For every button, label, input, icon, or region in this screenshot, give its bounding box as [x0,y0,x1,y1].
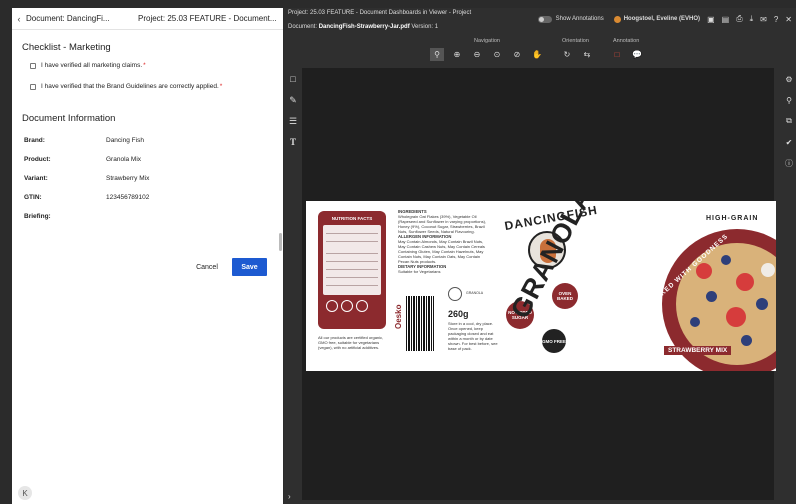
document-name: DancingFish-Strawberry-Jar.pdf [318,24,410,30]
info-key: Briefing: [24,213,51,220]
edit-icon[interactable]: ✎ [286,91,300,109]
pan-hand-icon[interactable]: ✋ [530,48,544,61]
document-viewer: Project: 25.03 FEATURE - Document Dashbo… [284,8,796,504]
nutrition-icons [326,300,371,312]
high-grain-text: HIGH-GRAIN [706,215,759,222]
info-value: Strawberry Mix [106,175,150,182]
oven-baked-badge: OVEN BAKED [552,283,578,309]
badge-icon [326,300,338,312]
info-icon[interactable]: ⓘ [782,154,796,172]
small-logo-text: GRANOLA [466,291,484,295]
required-marker: * [219,83,223,90]
nutrition-title: NUTRITION FACTS [331,216,373,221]
search-icon[interactable]: ⚲ [430,48,444,61]
user-avatar [613,15,621,23]
flip-icon[interactable]: ⇆ [580,48,594,61]
zoom-search-icon[interactable]: ⚲ [782,91,796,109]
panel-header: ‹ Document: DancingFi... Project: 25.03 … [12,8,283,30]
info-key: Variant: [24,175,48,182]
help-icon[interactable]: ? [774,15,778,24]
viewer-toolbar: Navigation Orientation Annotation ⚲ ⊕ ⊖ … [284,36,796,64]
layout-icon[interactable]: ▤ [722,15,730,24]
rectangle-annotation-icon[interactable]: □ [610,48,624,61]
save-button[interactable]: Save [232,258,267,276]
expand-chevron-icon[interactable]: › [288,492,291,501]
page-icon[interactable]: □ [286,70,300,88]
checklist-item-marketing-claims[interactable]: I have verified all marketing claims. * [30,62,146,69]
nutrition-facts-panel: NUTRITION FACTS [318,211,386,329]
show-annotations-toggle[interactable] [537,15,552,23]
checklist-item-label: I have verified that the Brand Guideline… [41,83,219,90]
text-icon[interactable]: T [286,133,300,151]
viewer-document-line: Document: DancingFish-Strawberry-Jar.pdf… [288,24,438,30]
info-key: Product: [24,156,51,163]
nutrition-table [323,225,381,295]
checklist-title: Checklist - Marketing [22,42,111,53]
viewer-header-actions: Show Annotations Hoogstoel, Eveline (EVH… [537,14,792,24]
document-prefix: Document: [288,24,318,30]
checkbox[interactable] [30,62,36,69]
user-name[interactable]: Hoogstoel, Eveline (EVHO) [624,16,700,22]
storage-text: Store in a cool, dry place. Once opened,… [448,321,498,351]
ingredients-text: Wholegrain Oat Flakes (39%), Vegetable O… [398,214,487,234]
viewer-project-line: Project: 25.03 FEATURE - Document Dashbo… [288,10,472,16]
breadcrumb-project[interactable]: Project: 25.03 FEATURE - Document... [138,14,283,23]
comment-annotation-icon[interactable]: 💬 [630,48,644,61]
info-value: Dancing Fish [106,137,144,144]
badge-icon [341,300,353,312]
download-icon[interactable]: ⤓ [750,14,754,24]
document-info-title: Document Information [22,113,116,124]
zoom-in-icon[interactable]: ⊕ [450,48,464,61]
app-root: ‹ Document: DancingFi... Project: 25.03 … [0,0,796,504]
zoom-out-icon[interactable]: ⊖ [470,48,484,61]
navigation-group-label: Navigation [474,38,500,44]
net-weight: 260g [448,309,469,319]
collapse-panel-icon[interactable]: K [18,486,32,500]
info-value: 123456789102 [106,194,150,201]
badge-icon [356,300,368,312]
checklist-item-brand-guidelines[interactable]: I have verified that the Brand Guideline… [30,83,222,90]
share-icon[interactable]: ⧉ [782,112,796,130]
small-logo-icon [448,287,462,301]
zoom-fit-icon[interactable]: ⊙ [490,48,504,61]
annotation-group-label: Annotation [613,38,640,44]
info-value: Granola Mix [106,156,142,163]
cancel-button[interactable]: Cancel [188,258,226,276]
left-tool-rail: □ ✎ ☰ T [286,70,300,154]
variant-banner: STRAWBERRY MIX [664,346,732,355]
oesko-mark: Oesko [394,304,403,329]
required-marker: * [143,62,146,69]
info-key: GTIN: [24,194,42,201]
checklist-item-label: I have verified all marketing claims. [41,62,143,69]
back-chevron-icon[interactable]: ‹ [12,14,26,24]
organic-note: All our products are certified organic, … [318,335,384,350]
compare-icon[interactable]: ▣ [707,15,715,24]
right-tool-rail: ⚙ ⚲ ⧉ ✔ ⓘ [782,70,796,175]
dietary-text: Suitable for Vegetarians [398,269,441,274]
barcode [406,296,434,351]
checkbox[interactable] [30,83,36,90]
show-annotations-label: Show Annotations [555,16,604,22]
approve-icon[interactable]: ✔ [782,133,796,151]
panel-resize-handle[interactable] [279,233,282,251]
close-icon[interactable]: ✕ [785,15,792,24]
mail-icon[interactable]: ✉ [760,15,767,24]
allergen-text: May Contain Almonds, May Contain Brazil … [398,239,485,264]
orientation-group-label: Orientation [562,38,589,44]
ingredients-block: INGREDIENTS Wholegrain Oat Flakes (39%),… [398,209,488,274]
comments-icon[interactable]: ☰ [286,112,300,130]
settings-icon[interactable]: ⚙ [782,70,796,88]
gmo-free-badge: GMO FREE [542,329,566,353]
breadcrumb-document[interactable]: Document: DancingFi... [26,14,128,23]
document-version: Version: 1 [411,24,439,30]
document-panel: ‹ Document: DancingFi... Project: 25.03 … [12,8,283,504]
info-key: Brand: [24,137,45,144]
rotate-icon[interactable]: ↻ [560,48,574,61]
packaging-artwork[interactable]: NUTRITION FACTS All our products are cer… [306,201,776,371]
zoom-actual-icon[interactable]: ⊘ [510,48,524,61]
print-icon[interactable]: ⎙ [736,14,742,24]
